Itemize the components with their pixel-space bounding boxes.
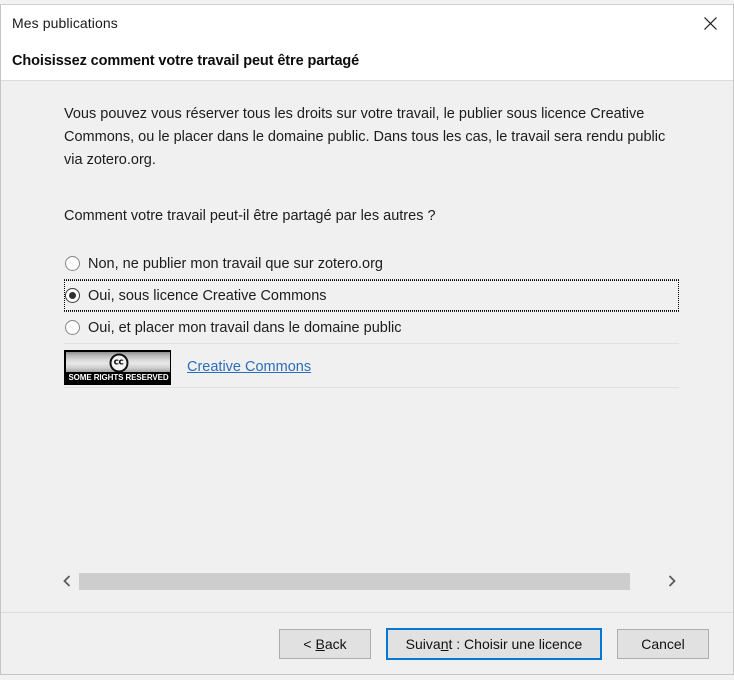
sharing-question: Comment votre travail peut-il être parta… bbox=[64, 208, 436, 224]
license-badge-row: cc SOME RIGHTS RESERVED Creative Commons bbox=[64, 347, 679, 387]
chevron-left-icon[interactable] bbox=[58, 572, 75, 590]
sharing-options-group: Non, ne publier mon travail que sur zote… bbox=[64, 248, 679, 388]
radio-indicator bbox=[65, 288, 80, 303]
radio-option-zotero-only[interactable]: Non, ne publier mon travail que sur zote… bbox=[64, 248, 679, 279]
badge-caption: SOME RIGHTS RESERVED bbox=[66, 371, 170, 383]
radio-option-label: Oui, et placer mon travail dans le domai… bbox=[88, 319, 402, 336]
radio-indicator bbox=[65, 320, 80, 335]
page-title: Choisissez comment votre travail peut êt… bbox=[12, 52, 360, 69]
content-area: Vous pouvez vous réserver tous les droit… bbox=[64, 103, 680, 388]
next-button-label: Suivant : Choisir une licence bbox=[405, 635, 583, 652]
radio-option-creative-commons[interactable]: Oui, sous licence Creative Commons bbox=[64, 280, 679, 311]
cc-logo-icon: cc bbox=[109, 353, 128, 372]
next-button[interactable]: Suivant : Choisir une licence bbox=[386, 627, 602, 660]
dialog-footer: < Back Suivant : Choisir une licence Can… bbox=[1, 612, 733, 674]
license-row-separator bbox=[64, 387, 679, 388]
dialog-body: Vous pouvez vous réserver tous les droit… bbox=[1, 81, 733, 612]
option-separator-solid bbox=[64, 343, 679, 344]
back-button[interactable]: < Back bbox=[279, 628, 371, 659]
window-title: Mes publications bbox=[12, 15, 118, 31]
dialog-header: Choisissez comment votre travail peut êt… bbox=[1, 41, 733, 81]
creative-commons-badge-icon[interactable]: cc SOME RIGHTS RESERVED bbox=[64, 349, 171, 385]
title-bar: Mes publications bbox=[1, 5, 733, 41]
scrollbar-thumb[interactable] bbox=[79, 572, 630, 590]
cancel-button-label: Cancel bbox=[641, 635, 685, 652]
badge-gradient: cc bbox=[66, 351, 170, 374]
horizontal-scrollbar[interactable] bbox=[58, 572, 680, 590]
cancel-button[interactable]: Cancel bbox=[617, 628, 709, 659]
radio-indicator bbox=[65, 256, 80, 271]
publications-dialog: Mes publications Choisissez comment votr… bbox=[0, 4, 734, 675]
radio-option-public-domain[interactable]: Oui, et placer mon travail dans le domai… bbox=[64, 312, 679, 343]
chevron-right-icon[interactable] bbox=[663, 572, 680, 590]
close-icon[interactable] bbox=[687, 5, 733, 41]
creative-commons-link[interactable]: Creative Commons bbox=[187, 359, 311, 375]
radio-option-label: Oui, sous licence Creative Commons bbox=[88, 287, 327, 304]
radio-option-label: Non, ne publier mon travail que sur zote… bbox=[88, 255, 383, 272]
scrollbar-track[interactable] bbox=[79, 572, 659, 590]
cc-logo-text: cc bbox=[113, 357, 124, 367]
intro-paragraph: Vous pouvez vous réserver tous les droit… bbox=[64, 106, 666, 168]
back-button-label: < Back bbox=[303, 635, 347, 652]
